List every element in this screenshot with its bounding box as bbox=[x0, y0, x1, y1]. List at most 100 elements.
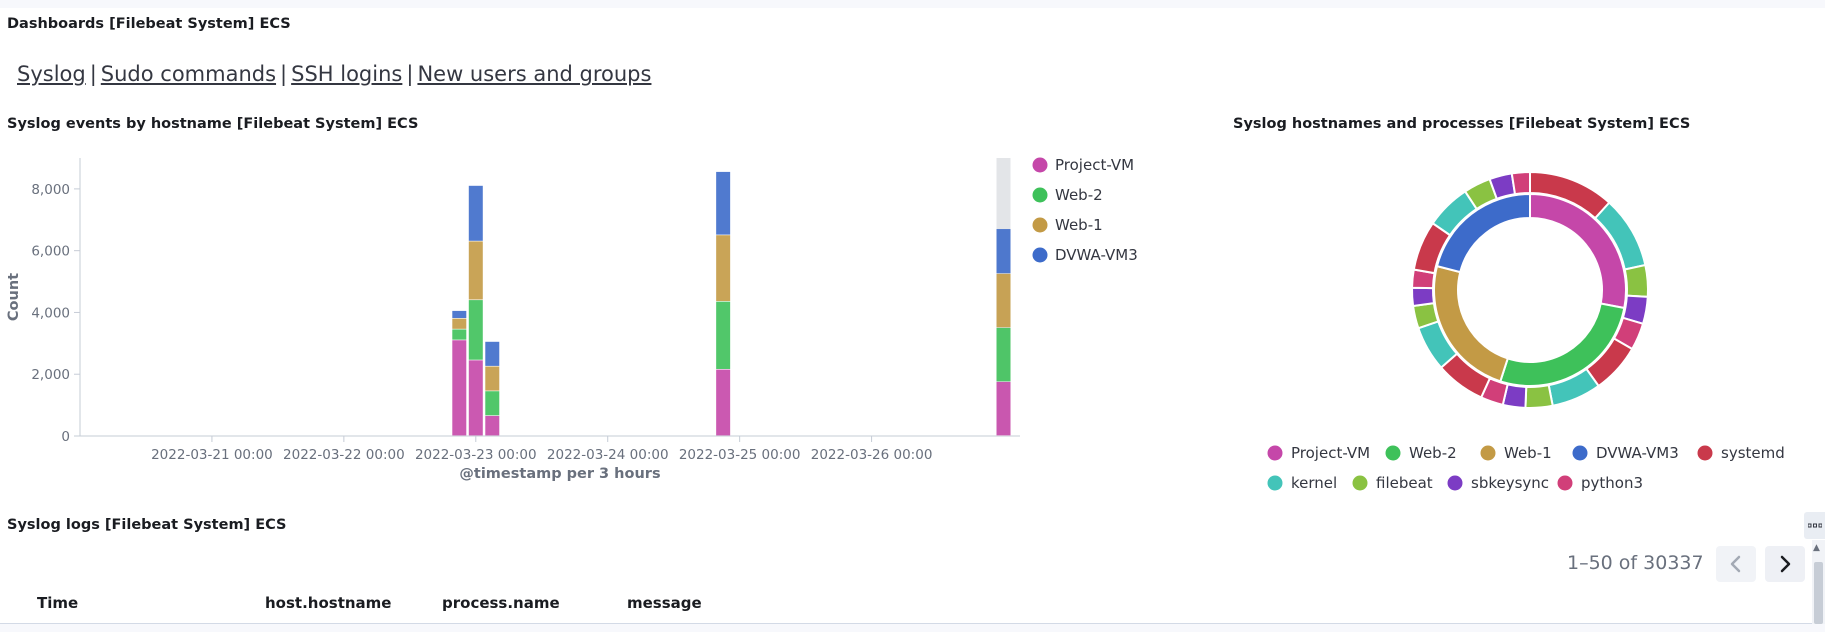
bar-segment-project-vm bbox=[485, 415, 500, 436]
dashboard-nav-links: Syslog | Sudo commands | SSH logins | New user… bbox=[17, 62, 651, 86]
legend-swatch bbox=[1352, 475, 1368, 491]
legend-swatch bbox=[1557, 475, 1573, 491]
bar-segment-web-2 bbox=[452, 329, 467, 340]
nav-separator: | bbox=[406, 62, 414, 86]
legend-swatch bbox=[1032, 187, 1048, 203]
column-header-host-hostname[interactable]: host.hostname bbox=[265, 594, 391, 612]
scroll-up-icon[interactable]: ▲ bbox=[1813, 543, 1820, 553]
legend-swatch bbox=[1480, 445, 1496, 461]
top-strip bbox=[0, 0, 1825, 8]
y-tick-label: 0 bbox=[61, 429, 70, 445]
legend-label: Web-1 bbox=[1055, 216, 1103, 234]
legend-swatch bbox=[1032, 157, 1048, 173]
nav-link-new-users-and-groups[interactable]: New users and groups bbox=[417, 62, 651, 86]
legend-item-web-2[interactable]: Web-2 bbox=[1385, 444, 1457, 462]
nav-separator: | bbox=[89, 62, 97, 86]
table-scrollbar-thumb[interactable] bbox=[1814, 562, 1823, 624]
bar-segment-web-1 bbox=[468, 241, 483, 300]
nav-link-syslog[interactable]: Syslog bbox=[17, 62, 86, 86]
legend-label: DVWA-VM3 bbox=[1055, 246, 1138, 264]
legend-label: DVWA-VM3 bbox=[1596, 444, 1679, 462]
legend-swatch bbox=[1032, 217, 1048, 233]
pagination-info: 1–50 of 30337 bbox=[1567, 552, 1704, 574]
syslog-events-bar-chart: 0 2,000 4,000 6,000 8,000 2022-03-21 00:00 202… bbox=[6, 156, 1138, 482]
pagination-next-button[interactable] bbox=[1765, 546, 1805, 582]
bar-segment-dvwa-vm3 bbox=[452, 310, 467, 319]
legend-label: sbkeysync bbox=[1471, 474, 1549, 492]
bar-segment-web-1 bbox=[452, 318, 467, 329]
bar-segment-dvwa-vm3 bbox=[996, 229, 1011, 274]
bar-segment-project-vm bbox=[716, 369, 731, 436]
bar-segment-project-vm bbox=[468, 360, 483, 436]
legend-item-project-vm[interactable]: Project-VM bbox=[1032, 156, 1135, 174]
donut-outer-slice-python3 bbox=[1510, 170, 1531, 196]
donut-outer-slice-sbkeysync bbox=[1411, 286, 1436, 308]
bar-segment-project-vm bbox=[452, 340, 467, 436]
bar-segment-web-1 bbox=[996, 273, 1011, 328]
donut-outer-slice-filebeat bbox=[1623, 263, 1649, 298]
legend-swatch bbox=[1447, 475, 1463, 491]
y-tick-label: 4,000 bbox=[31, 305, 70, 321]
legend-item-filebeat[interactable]: filebeat bbox=[1352, 474, 1433, 492]
donut-outer-slice-filebeat bbox=[1524, 384, 1554, 409]
legend-item-dvwa-vm3[interactable]: DVWA-VM3 bbox=[1572, 444, 1679, 462]
options-icon bbox=[1807, 523, 1822, 527]
x-tick-label: 2022-03-26 00:00 bbox=[811, 447, 933, 463]
y-axis-label: Count bbox=[6, 273, 22, 321]
donut-chart-panel-title: Syslog hostnames and processes [Filebeat… bbox=[1233, 116, 1691, 132]
legend-item-sbkeysync[interactable]: sbkeysync bbox=[1447, 474, 1550, 492]
bar-segment-web-1 bbox=[716, 235, 731, 302]
legend-swatch bbox=[1267, 445, 1283, 461]
legend-swatch bbox=[1032, 247, 1048, 263]
legend-item-project-vm[interactable]: Project-VM bbox=[1267, 444, 1371, 462]
bar-segment-project-vm bbox=[996, 381, 1011, 436]
legend-label: Web-2 bbox=[1055, 186, 1103, 204]
nav-separator: | bbox=[280, 62, 288, 86]
bar-segment-dvwa-vm3 bbox=[716, 171, 731, 235]
legend-item-web-2[interactable]: Web-2 bbox=[1032, 186, 1103, 204]
logs-panel-title: Syslog logs [Filebeat System] ECS bbox=[7, 517, 287, 533]
bar-segment-web-2 bbox=[485, 391, 500, 416]
legend-label: filebeat bbox=[1376, 474, 1433, 492]
legend-swatch bbox=[1385, 445, 1401, 461]
legend-label: python3 bbox=[1581, 474, 1643, 492]
legend-swatch bbox=[1267, 475, 1283, 491]
legend-label: Project-VM bbox=[1055, 156, 1134, 174]
x-tick-label: 2022-03-22 00:00 bbox=[283, 447, 405, 463]
legend-label: Web-1 bbox=[1504, 444, 1552, 462]
x-axis-label: @timestamp per 3 hours bbox=[459, 466, 660, 482]
bar-segment-web-2 bbox=[996, 327, 1011, 382]
legend-item-kernel[interactable]: kernel bbox=[1267, 474, 1338, 492]
legend-label: systemd bbox=[1721, 444, 1785, 462]
panel-options-button[interactable] bbox=[1804, 512, 1825, 539]
bar-segment-web-2 bbox=[716, 301, 731, 369]
legend-swatch bbox=[1572, 445, 1588, 461]
legend-item-systemd[interactable]: systemd bbox=[1697, 444, 1785, 462]
legend-item-web-1[interactable]: Web-1 bbox=[1032, 216, 1103, 234]
nav-link-ssh-logins[interactable]: SSH logins bbox=[291, 62, 402, 86]
bar-segment-dvwa-vm3 bbox=[485, 341, 500, 366]
x-tick-label: 2022-03-23 00:00 bbox=[415, 447, 537, 463]
bar-segment-dvwa-vm3 bbox=[468, 185, 483, 241]
legend-swatch bbox=[1697, 445, 1713, 461]
legend-item-python3[interactable]: python3 bbox=[1557, 474, 1644, 492]
x-tick-label: 2022-03-25 00:00 bbox=[679, 447, 801, 463]
x-tick-label: 2022-03-21 00:00 bbox=[151, 447, 273, 463]
nav-link-sudo-commands[interactable]: Sudo commands bbox=[101, 62, 276, 86]
legend-item-web-1[interactable]: Web-1 bbox=[1480, 444, 1552, 462]
legend-item-dvwa-vm3[interactable]: DVWA-VM3 bbox=[1032, 246, 1138, 264]
column-header-process-name[interactable]: process.name bbox=[442, 594, 560, 612]
legend-label: Web-2 bbox=[1409, 444, 1457, 462]
column-header-message[interactable]: message bbox=[627, 594, 702, 612]
y-tick-label: 8,000 bbox=[31, 182, 70, 198]
pagination-prev-button[interactable] bbox=[1716, 546, 1756, 582]
bar-segment-web-2 bbox=[468, 300, 483, 360]
bar-segment-web-1 bbox=[485, 366, 500, 391]
chevron-right-icon bbox=[1780, 555, 1791, 573]
column-header-time[interactable]: Time bbox=[37, 594, 78, 612]
syslog-hostnames-donut-chart: Project-VM Web-2 Web-1 DVWA-VM3 systemd kerne… bbox=[1267, 170, 1785, 492]
chevron-left-icon bbox=[1730, 555, 1741, 573]
bar-chart-panel-title: Syslog events by hostname [Filebeat Syst… bbox=[7, 116, 419, 132]
legend-label: kernel bbox=[1291, 474, 1337, 492]
y-tick-label: 6,000 bbox=[31, 244, 70, 260]
